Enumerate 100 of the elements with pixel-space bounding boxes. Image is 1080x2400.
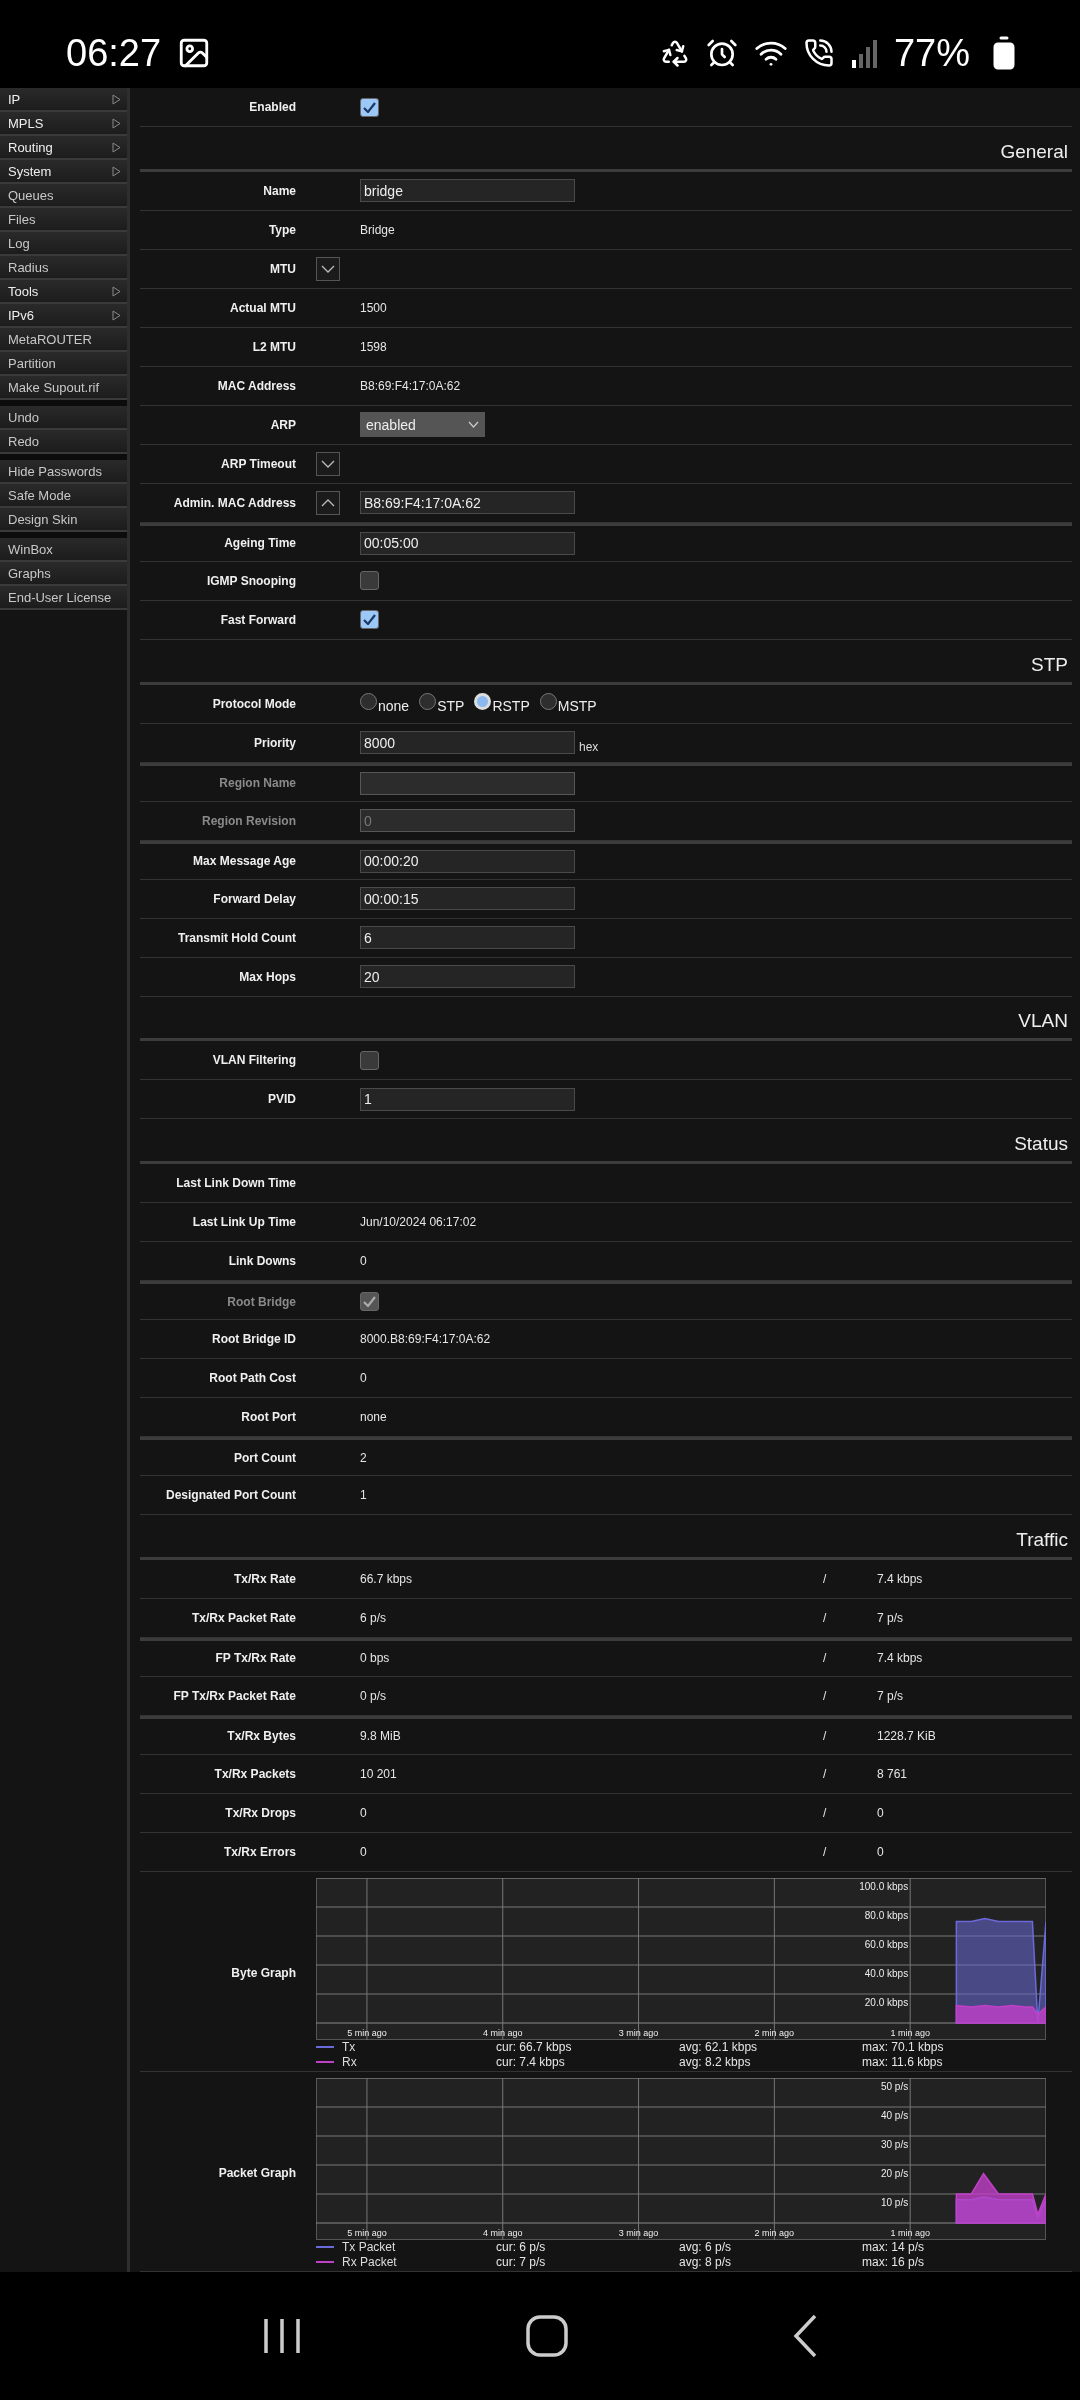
- field-value: 66.7 kbps: [360, 1572, 414, 1586]
- axis-label: 2 min ago: [754, 2228, 795, 2238]
- legend-item: Rx: [316, 2055, 496, 2070]
- field-label: Tx/Rx Errors: [222, 1845, 296, 1859]
- field-label: Name: [262, 183, 296, 198]
- field-label: Tx/Rx Packet Rate: [190, 1611, 296, 1625]
- axis-label: 80.0 kbps: [864, 1910, 909, 1921]
- field-label: Link Downs: [227, 1254, 296, 1269]
- field-value: 7.4 kbps: [877, 1572, 924, 1586]
- axis-label: 40.0 kbps: [864, 1968, 909, 1979]
- legend-value: cur: 7 p/s: [496, 2255, 547, 2270]
- field-value: 0: [877, 1845, 885, 1859]
- field-value: 0: [360, 1806, 368, 1820]
- field-value: 2: [360, 1450, 367, 1465]
- field-value: Jun/10/2024 06:17:02: [360, 1215, 477, 1230]
- field-label: Enabled: [248, 100, 296, 114]
- field-label: Last Link Up Time: [191, 1215, 296, 1230]
- axis-label: 1 min ago: [890, 2228, 930, 2238]
- axis-label: 10 p/s: [880, 2197, 909, 2208]
- field-label: IGMP Snooping: [205, 573, 296, 588]
- field-value: 0: [360, 1254, 367, 1269]
- field-label: Byte Graph: [230, 1966, 296, 1980]
- field-label: Protocol Mode: [211, 696, 296, 711]
- field-label: Tx/Rx Packets: [213, 1767, 296, 1781]
- axis-label: 100.0 kbps: [859, 1881, 909, 1892]
- field-value: 7 p/s: [877, 1611, 904, 1625]
- section-title: VLAN: [1018, 1010, 1068, 1033]
- field-label: Admin. MAC Address: [172, 495, 296, 510]
- field-value: 7.4 kbps: [877, 1651, 924, 1666]
- field-label: Port Count: [233, 1450, 296, 1465]
- field-value: 7 p/s: [877, 1689, 904, 1703]
- axis-label: 5 min ago: [347, 2228, 387, 2238]
- field-label: Region Revision: [201, 813, 296, 828]
- field-label: Tx/Rx Bytes: [226, 1729, 296, 1744]
- legend-value: cur: 66.7 kbps: [496, 2040, 573, 2055]
- field-label: Priority: [253, 735, 296, 750]
- divider-slash: /: [823, 1689, 828, 1703]
- field-value: 0 bps: [360, 1651, 391, 1666]
- field-value: 0: [360, 1845, 368, 1859]
- section-title: Traffic: [1016, 1529, 1068, 1551]
- field-value: B8:69:F4:17:0A:62: [360, 378, 461, 393]
- field-label: Type: [267, 222, 296, 237]
- divider-slash: /: [823, 1845, 828, 1859]
- section-title: Status: [1014, 1133, 1068, 1156]
- field-label: Tx/Rx Drops: [224, 1806, 296, 1820]
- field-label: FP Tx/Rx Packet Rate: [172, 1689, 296, 1703]
- section-title: General: [1000, 140, 1068, 163]
- legend-value: cur: 6 p/s: [496, 2240, 547, 2255]
- divider-slash: /: [823, 1611, 828, 1625]
- axis-label: 50 p/s: [880, 2081, 909, 2092]
- field-label: Fast Forward: [219, 612, 296, 627]
- field-value: 8000.B8:69:F4:17:0A:62: [360, 1332, 491, 1347]
- battery-level: 77%: [893, 31, 970, 75]
- legend-item: Tx Packet: [316, 2240, 496, 2255]
- field-label: FP Tx/Rx Rate: [214, 1651, 296, 1666]
- legend-item: Rx Packet: [316, 2255, 496, 2270]
- legend-value: max: 70.1 kbps: [862, 2040, 945, 2055]
- divider-slash: /: [823, 1651, 828, 1666]
- axis-label: 3 min ago: [618, 2228, 659, 2238]
- axis-label: 20.0 kbps: [864, 1997, 909, 2008]
- legend-value: max: 16 p/s: [862, 2255, 926, 2270]
- field-label: Designated Port Count: [165, 1488, 296, 1503]
- field-label: Tx/Rx Rate: [232, 1572, 296, 1586]
- field-value: 8 761: [877, 1767, 909, 1781]
- legend-value: cur: 7.4 kbps: [496, 2055, 566, 2070]
- axis-label: 30 p/s: [880, 2139, 909, 2150]
- field-value: 1: [360, 1488, 367, 1503]
- field-label: Region Name: [218, 776, 296, 791]
- field-label: Root Path Cost: [208, 1371, 296, 1386]
- field-label: Ageing Time: [223, 536, 296, 551]
- divider-slash: /: [823, 1806, 828, 1820]
- field-label: Root Bridge: [226, 1294, 296, 1309]
- field-label: Root Bridge ID: [211, 1332, 296, 1347]
- field-value: 1228.7 KiB: [877, 1729, 937, 1744]
- field-label: Packet Graph: [217, 2166, 296, 2180]
- field-value: none: [360, 1410, 387, 1425]
- field-value: 0 p/s: [360, 1689, 387, 1703]
- field-label: Transmit Hold Count: [177, 930, 296, 945]
- legend-item: Tx: [316, 2040, 496, 2055]
- section-title: STP: [1031, 653, 1068, 676]
- field-value: 6 p/s: [360, 1611, 387, 1625]
- field-label: MTU: [269, 261, 296, 276]
- field-label: L2 MTU: [251, 339, 296, 354]
- axis-label: 4 min ago: [483, 2228, 523, 2238]
- legend-value: max: 14 p/s: [862, 2240, 926, 2255]
- field-value: 0: [877, 1806, 885, 1820]
- axis-label: 20 p/s: [880, 2168, 909, 2179]
- divider-slash: /: [823, 1729, 828, 1744]
- unit-label: hex: [579, 740, 599, 755]
- field-value: Bridge: [360, 222, 395, 237]
- field-value: 1598: [360, 339, 387, 354]
- field-label: VLAN Filtering: [211, 1053, 296, 1068]
- axis-label: 40 p/s: [880, 2110, 909, 2121]
- field-value: 1500: [360, 300, 387, 315]
- legend-value: avg: 62.1 kbps: [679, 2040, 759, 2055]
- field-value: 0: [360, 1371, 367, 1386]
- legend-value: avg: 6 p/s: [679, 2240, 733, 2255]
- field-label: Max Message Age: [192, 854, 296, 869]
- field-label: Max Hops: [238, 969, 296, 984]
- axis-label: 4 min ago: [483, 2028, 523, 2038]
